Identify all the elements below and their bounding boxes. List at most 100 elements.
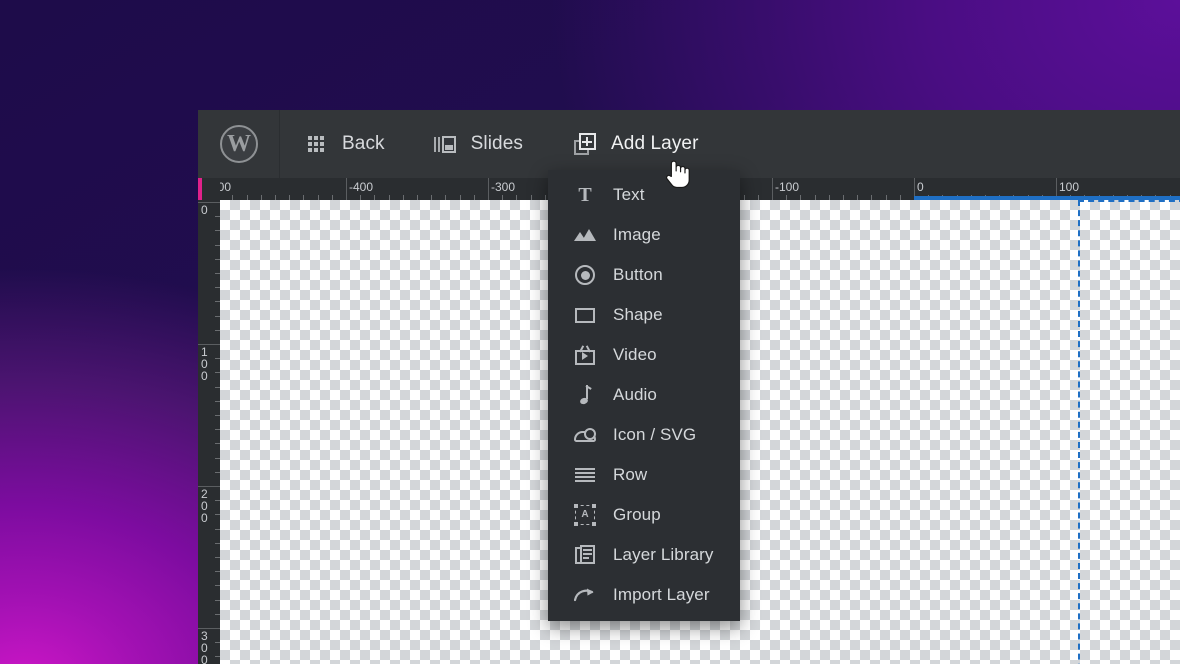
shape-icon: [574, 304, 596, 326]
toolbar-item-slides[interactable]: Slides: [385, 110, 523, 178]
ruler-minor-tick: [215, 443, 220, 445]
ruler-label-h: 0: [917, 180, 924, 194]
ruler-label-h: 100: [1059, 180, 1080, 194]
add-layer-dropdown-menu[interactable]: T Text Image Button Shape Video Audio Icon / SV…: [548, 170, 740, 621]
menu-item-label: Text: [613, 185, 645, 204]
toolbar-label-back: Back: [342, 133, 385, 154]
ruler-minor-tick: [275, 195, 276, 200]
ruler-minor-tick: [388, 195, 390, 200]
ruler-minor-tick: [431, 195, 433, 200]
ruler-minor-tick: [215, 471, 220, 473]
ruler-label-v: 200: [201, 487, 208, 525]
ruler-minor-tick: [530, 195, 532, 200]
ruler-minor-tick: [246, 195, 248, 200]
desktop-background: W Back Slides Add Layer -400 -300 -100 0…: [0, 0, 1180, 664]
menu-item-import-layer[interactable]: Import Layer: [548, 575, 740, 615]
vertical-ruler[interactable]: 0 100 200 300: [198, 200, 220, 664]
ruler-minor-tick: [260, 195, 262, 200]
ruler-minor-tick: [814, 195, 816, 200]
menu-item-label: Layer Library: [613, 545, 714, 564]
ruler-minor-tick: [215, 315, 220, 317]
button-icon: [574, 264, 596, 286]
menu-item-shape[interactable]: Shape: [548, 295, 740, 335]
ruler-selection-band: [914, 196, 1180, 200]
ruler-minor-tick: [215, 557, 220, 558]
menu-item-video[interactable]: Video: [548, 335, 740, 375]
toolbar-item-add-layer[interactable]: Add Layer: [523, 110, 699, 178]
ruler-minor-tick: [215, 415, 220, 416]
ruler-minor-tick: [885, 195, 887, 200]
ruler-minor-tick: [215, 386, 220, 388]
menu-item-label: Image: [613, 225, 661, 244]
ruler-label-h: -400: [349, 180, 374, 194]
toolbar-label-slides: Slides: [470, 133, 523, 154]
ruler-minor-tick: [215, 613, 220, 615]
ruler-minor-tick: [757, 195, 759, 200]
ruler-minor-tick: [215, 457, 220, 459]
menu-item-text[interactable]: T Text: [548, 175, 740, 215]
menu-item-label: Group: [613, 505, 661, 524]
slides-icon: [433, 132, 457, 156]
ruler-minor-tick: [215, 230, 220, 232]
slide-editor-window: W Back Slides Add Layer -400 -300 -100 0…: [198, 110, 1180, 664]
ruler-minor-tick: [232, 195, 234, 200]
wordpress-logo-cell[interactable]: W: [198, 110, 280, 178]
ruler-minor-tick: [402, 195, 404, 200]
ruler-minor-tick: [445, 195, 447, 200]
group-icon: A: [574, 504, 596, 526]
menu-item-row[interactable]: Row: [548, 455, 740, 495]
ruler-minor-tick: [215, 571, 220, 573]
ruler-minor-tick: [215, 301, 220, 303]
menu-item-label: Button: [613, 265, 663, 284]
ruler-minor-tick: [516, 195, 518, 200]
editor-toolbar: W Back Slides Add Layer: [198, 110, 1180, 178]
menu-item-icon-svg[interactable]: Icon / SVG: [548, 415, 740, 455]
ruler-minor-tick: [215, 429, 220, 431]
ruler-minor-tick: [215, 585, 220, 587]
ruler-minor-tick: [215, 514, 220, 516]
import-icon: [574, 584, 596, 606]
ruler-minor-tick: [786, 195, 788, 200]
ruler-minor-tick: [215, 528, 220, 530]
ruler-minor-tick: [215, 273, 220, 274]
ruler-minor-tick: [417, 195, 418, 200]
video-icon: [574, 344, 596, 366]
menu-item-audio[interactable]: Audio: [548, 375, 740, 415]
ruler-minor-tick: [828, 195, 830, 200]
audio-icon: [574, 384, 596, 406]
wordpress-logo[interactable]: W: [219, 125, 258, 163]
ruler-minor-tick: [289, 195, 291, 200]
ruler-minor-tick: [374, 195, 376, 200]
ruler-minor-tick: [843, 195, 844, 200]
menu-item-group[interactable]: A Group: [548, 495, 740, 535]
ruler-label-v: 300: [201, 629, 208, 664]
ruler-minor-tick: [360, 195, 362, 200]
ruler-minor-tick: [459, 195, 461, 200]
ruler-minor-tick: [215, 642, 220, 644]
menu-item-label: Shape: [613, 305, 663, 324]
menu-item-image[interactable]: Image: [548, 215, 740, 255]
grid-icon: [304, 132, 328, 156]
toolbar-item-back[interactable]: Back: [280, 110, 385, 178]
ruler-minor-tick: [331, 195, 333, 200]
ruler-minor-tick: [215, 258, 220, 260]
ruler-minor-tick: [303, 195, 305, 200]
ruler-minor-tick: [544, 195, 546, 200]
menu-item-label: Import Layer: [613, 585, 710, 604]
ruler-minor-tick: [743, 195, 745, 200]
image-icon: [574, 224, 596, 246]
menu-item-button[interactable]: Button: [548, 255, 740, 295]
ruler-minor-tick: [215, 500, 220, 502]
ruler-minor-tick: [317, 195, 319, 200]
ruler-minor-tick: [215, 400, 220, 402]
library-icon: [574, 544, 596, 566]
ruler-minor-tick: [215, 656, 220, 658]
menu-item-layer-library[interactable]: Layer Library: [548, 535, 740, 575]
menu-item-label: Audio: [613, 385, 657, 404]
ruler-minor-tick: [215, 599, 220, 601]
ruler-minor-tick: [215, 329, 220, 331]
row-icon: [574, 464, 596, 486]
ruler-minor-tick: [871, 195, 873, 200]
ruler-minor-tick: [857, 195, 859, 200]
ruler-label-v: 100: [201, 345, 208, 383]
